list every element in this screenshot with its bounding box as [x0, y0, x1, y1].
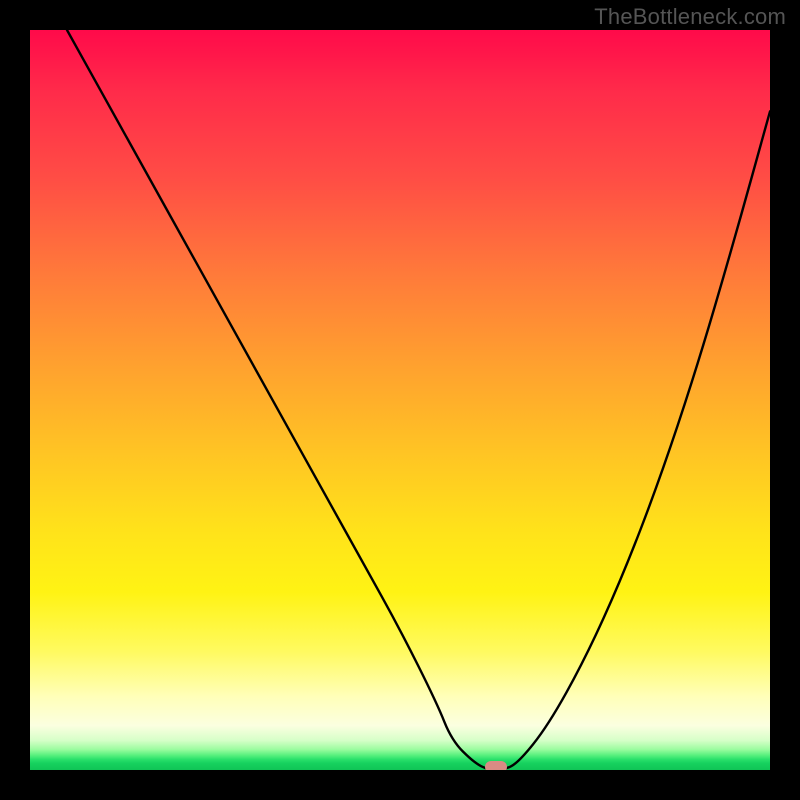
bottleneck-curve [30, 30, 770, 770]
optimal-point-marker [485, 761, 507, 770]
watermark-text: TheBottleneck.com [594, 4, 786, 30]
chart-frame: TheBottleneck.com [0, 0, 800, 800]
plot-area [30, 30, 770, 770]
